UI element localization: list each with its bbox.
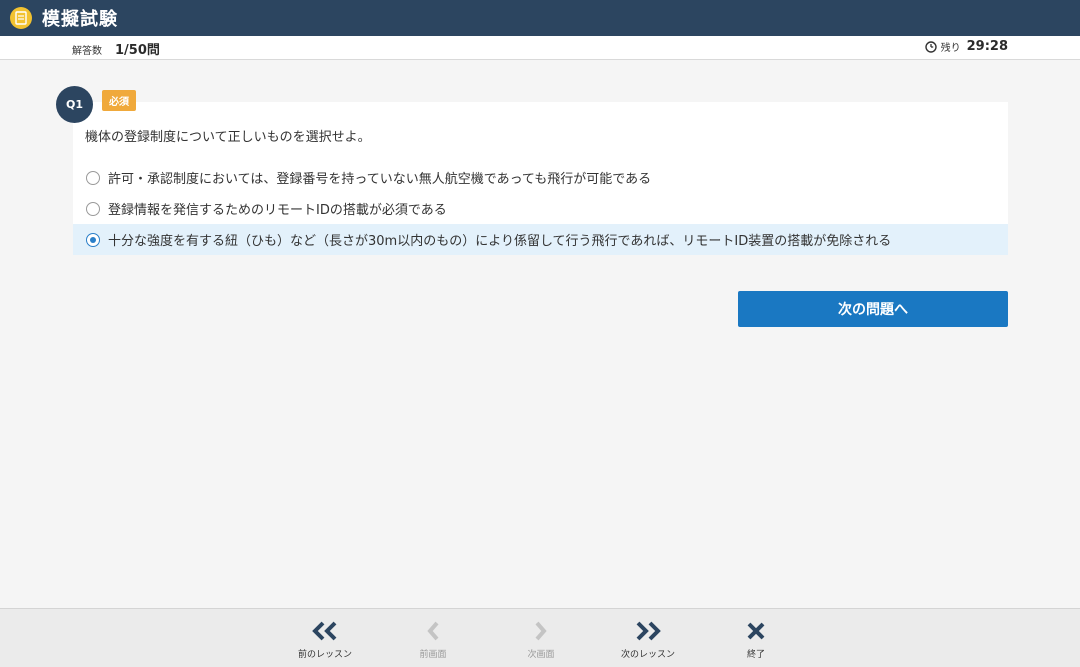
answer-option-1[interactable]: 許可・承認制度においては、登録番号を持っていない無人航空機であっても飛行が可能で…: [73, 162, 1008, 193]
option-label: 許可・承認制度においては、登録番号を持っていない無人航空機であっても飛行が可能で…: [108, 172, 652, 187]
next-question-button[interactable]: 次の問題へ: [738, 291, 1008, 327]
next-lesson-button[interactable]: 次のレッスン: [593, 609, 703, 667]
document-icon: [10, 7, 32, 29]
prev-lesson-label: 前のレッスン: [297, 650, 352, 660]
chevron-right-icon: [533, 619, 549, 643]
question-number-badge: Q1: [56, 86, 93, 123]
close-icon: [746, 619, 766, 643]
answered-count-label: 解答数: [72, 46, 102, 57]
radio-button-selected[interactable]: [86, 232, 100, 247]
answer-option-3[interactable]: 十分な強度を有する紐（ひも）など（長さが30m以内のもの）により係留して行う飛行…: [73, 224, 1008, 255]
app-title: 模擬試験: [42, 9, 118, 30]
prev-screen-label: 前画面: [419, 650, 447, 660]
next-screen-label: 次画面: [527, 650, 555, 660]
answer-option-2[interactable]: 登録情報を発信するためのリモートIDの搭載が必須である: [73, 193, 1008, 224]
exit-label: 終了: [746, 650, 765, 660]
exit-button[interactable]: 終了: [701, 609, 811, 667]
answer-options: 許可・承認制度においては、登録番号を持っていない無人航空機であっても飛行が可能で…: [73, 162, 1008, 255]
timer: 残り 29:28: [924, 39, 1008, 54]
title-bar: 模擬試験: [0, 0, 1080, 36]
remaining-label: 残り: [940, 43, 961, 54]
next-screen-button[interactable]: 次画面: [486, 609, 596, 667]
option-label: 登録情報を発信するためのリモートIDの搭載が必須である: [108, 203, 447, 218]
option-label: 十分な強度を有する紐（ひも）など（長さが30m以内のもの）により係留して行う飛行…: [108, 234, 892, 249]
radio-button[interactable]: [86, 170, 100, 185]
status-bar: 解答数 1/50問 残り 29:28: [0, 36, 1080, 60]
answered-count-value: 1/50問: [115, 43, 160, 58]
double-chevron-right-icon: [633, 619, 663, 643]
radio-button[interactable]: [86, 201, 100, 216]
prev-lesson-button[interactable]: 前のレッスン: [270, 609, 380, 667]
chevron-left-icon: [425, 619, 441, 643]
clock-icon: [924, 40, 937, 53]
bottom-nav-bar: 前のレッスン 前画面 次画面 次のレッスン 終了: [0, 608, 1080, 667]
double-chevron-left-icon: [310, 619, 340, 643]
question-card: 機体の登録制度について正しいものを選択せよ。 許可・承認制度においては、登録番号…: [73, 102, 1008, 255]
prev-screen-button[interactable]: 前画面: [378, 609, 488, 667]
question-text: 機体の登録制度について正しいものを選択せよ。: [85, 130, 371, 145]
required-badge: 必須: [102, 90, 136, 111]
remaining-time: 29:28: [966, 39, 1008, 54]
next-lesson-label: 次のレッスン: [620, 650, 675, 660]
